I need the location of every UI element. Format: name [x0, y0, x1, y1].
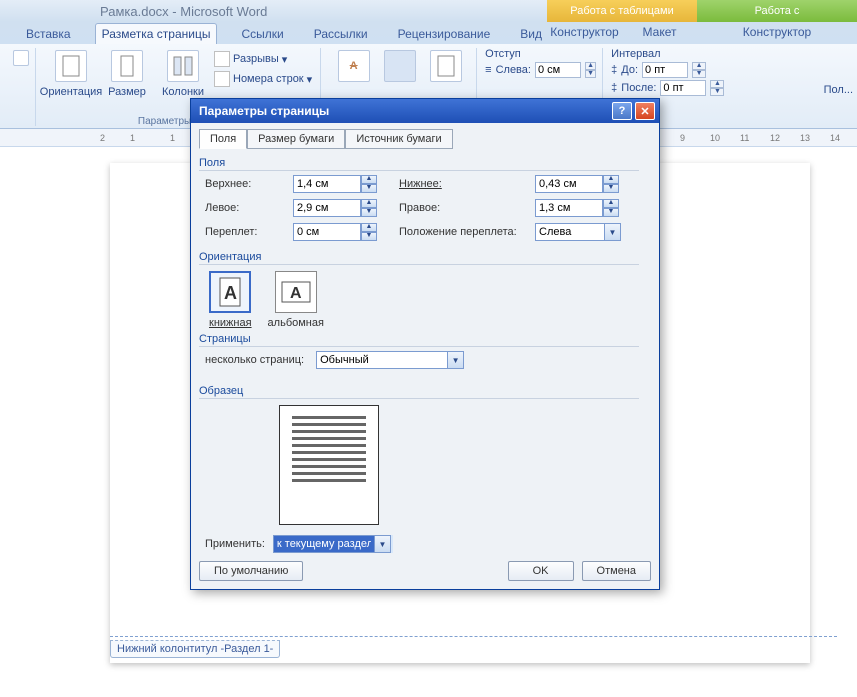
tab-layout-y[interactable]: Макет: [622, 22, 697, 44]
ribbon-tabs: Вставка Разметка страницы Ссылки Рассылк…: [0, 22, 857, 44]
margin-right-input[interactable]: [535, 199, 603, 217]
apply-to-label: Применить:: [205, 538, 265, 550]
dialog-tab-source[interactable]: Источник бумаги: [345, 129, 452, 149]
section-margins-label: Поля: [199, 157, 639, 171]
portrait-icon: A: [209, 271, 251, 313]
multipage-input[interactable]: [316, 351, 448, 369]
orientation-landscape-button[interactable]: A альбомная: [268, 271, 324, 329]
themes-button[interactable]: [11, 48, 31, 114]
columns-icon: [172, 55, 194, 77]
dialog-tab-margins[interactable]: Поля: [199, 129, 247, 149]
indent-left-input[interactable]: [535, 62, 581, 78]
multipage-label: несколько страниц:: [205, 354, 304, 366]
margin-bottom-input[interactable]: [535, 175, 603, 193]
contextual-tabs: Работа с таблицами Работа с колонтитулам…: [547, 0, 857, 22]
svg-text:A: A: [290, 285, 302, 302]
chevron-down-icon[interactable]: ▼: [605, 223, 621, 241]
svg-text:A: A: [224, 283, 237, 303]
preview-thumbnail: [279, 405, 379, 525]
size-button[interactable]: Размер: [100, 48, 154, 114]
dialog-titlebar[interactable]: Параметры страницы ? ✕: [191, 99, 659, 123]
dialog-tabs: Поля Размер бумаги Источник бумаги: [199, 129, 651, 149]
orientation-label: Ориентация: [40, 86, 102, 98]
apply-to-input[interactable]: [273, 535, 375, 553]
margin-right-spinner[interactable]: ▲▼: [535, 199, 623, 217]
default-button[interactable]: По умолчанию: [199, 561, 303, 581]
page-size-icon: [117, 54, 137, 78]
multipage-combo[interactable]: ▼: [316, 351, 466, 369]
page-icon: [61, 54, 81, 78]
page-setup-dialog: Параметры страницы ? ✕ Поля Размер бумаг…: [190, 98, 660, 590]
position-button[interactable]: Пол...: [824, 84, 853, 96]
gutter-input[interactable]: [293, 223, 361, 241]
linenum-icon: [214, 71, 230, 87]
chevron-down-icon[interactable]: ▼: [375, 535, 391, 553]
dialog-title: Параметры страницы: [199, 104, 329, 118]
spacing-before-spin[interactable]: ▲▼: [692, 62, 706, 78]
breaks-button[interactable]: Разрывы ▾: [212, 50, 314, 68]
spacing-after-input[interactable]: [660, 80, 706, 96]
context-tab-headers: Работа с колонтитулами: [697, 0, 857, 22]
footer-boundary: [110, 636, 837, 637]
section-orientation-label: Ориентация: [199, 251, 639, 265]
tab-references[interactable]: Ссылки: [235, 24, 289, 44]
landscape-label: альбомная: [268, 317, 324, 329]
margin-top-spinner[interactable]: ▲▼: [293, 175, 381, 193]
tab-mailings[interactable]: Рассылки: [308, 24, 374, 44]
apply-to-combo[interactable]: ▼: [273, 535, 393, 553]
tab-insert[interactable]: Вставка: [20, 24, 77, 44]
indent-left-label: Слева:: [496, 64, 531, 76]
margin-left-label: Левое:: [205, 202, 287, 214]
spacing-before-label: До:: [621, 64, 638, 76]
tab-designer-y[interactable]: Конструктор: [547, 22, 622, 44]
spacing-before-input[interactable]: [642, 62, 688, 78]
margin-top-label: Верхнее:: [205, 178, 287, 190]
margin-top-input[interactable]: [293, 175, 361, 193]
margin-left-spinner[interactable]: ▲▼: [293, 199, 381, 217]
size-label: Размер: [108, 86, 146, 98]
margin-bottom-label: Нижнее:: [399, 178, 529, 190]
section-preview-label: Образец: [199, 385, 639, 399]
cancel-button[interactable]: Отмена: [582, 561, 651, 581]
help-button[interactable]: ?: [612, 102, 632, 120]
indent-left-spin[interactable]: ▲▼: [585, 62, 596, 78]
gutter-pos-label: Положение переплета:: [399, 226, 529, 238]
tab-designer-g[interactable]: Конструктор: [697, 22, 857, 44]
ok-button[interactable]: OK: [508, 561, 574, 581]
tab-review[interactable]: Рецензирование: [392, 24, 497, 44]
spacing-after-icon: ‡: [611, 82, 617, 94]
spacing-after-spin[interactable]: ▲▼: [710, 80, 724, 96]
gutter-label: Переплет:: [205, 226, 287, 238]
context-tab-tables: Работа с таблицами: [547, 0, 697, 22]
spacing-before-icon: ‡: [611, 64, 617, 76]
portrait-label: книжная: [209, 317, 252, 329]
margin-left-input[interactable]: [293, 199, 361, 217]
gutter-spinner[interactable]: ▲▼: [293, 223, 381, 241]
dialog-tab-paper[interactable]: Размер бумаги: [247, 129, 345, 149]
tab-view[interactable]: Вид: [514, 24, 548, 44]
border-icon: [436, 54, 456, 78]
tab-page-layout[interactable]: Разметка страницы: [95, 23, 218, 44]
gutter-pos-combo[interactable]: ▼: [535, 223, 623, 241]
margin-right-label: Правое:: [399, 202, 529, 214]
close-button[interactable]: ✕: [635, 102, 655, 120]
margin-bottom-spinner[interactable]: ▲▼: [535, 175, 623, 193]
orientation-button[interactable]: Ориентация: [44, 48, 98, 114]
footer-section-tag[interactable]: Нижний колонтитул -Раздел 1-: [110, 640, 280, 658]
gutter-pos-input[interactable]: [535, 223, 605, 241]
landscape-icon: A: [275, 271, 317, 313]
breaks-icon: [214, 51, 230, 67]
chevron-down-icon[interactable]: ▼: [448, 351, 464, 369]
spacing-after-label: После:: [621, 82, 656, 94]
doc-title: Рамка.docx - Microsoft Word: [100, 4, 267, 19]
group-themes: [10, 48, 36, 126]
orientation-portrait-button[interactable]: A книжная: [209, 271, 252, 329]
spacing-heading: Интервал: [611, 48, 743, 60]
section-pages-label: Страницы: [199, 333, 639, 347]
line-numbers-button[interactable]: Номера строк ▾: [212, 70, 314, 88]
indent-heading: Отступ: [485, 48, 596, 60]
indent-left-icon: ≡: [485, 64, 491, 76]
columns-label: Колонки: [162, 86, 204, 98]
